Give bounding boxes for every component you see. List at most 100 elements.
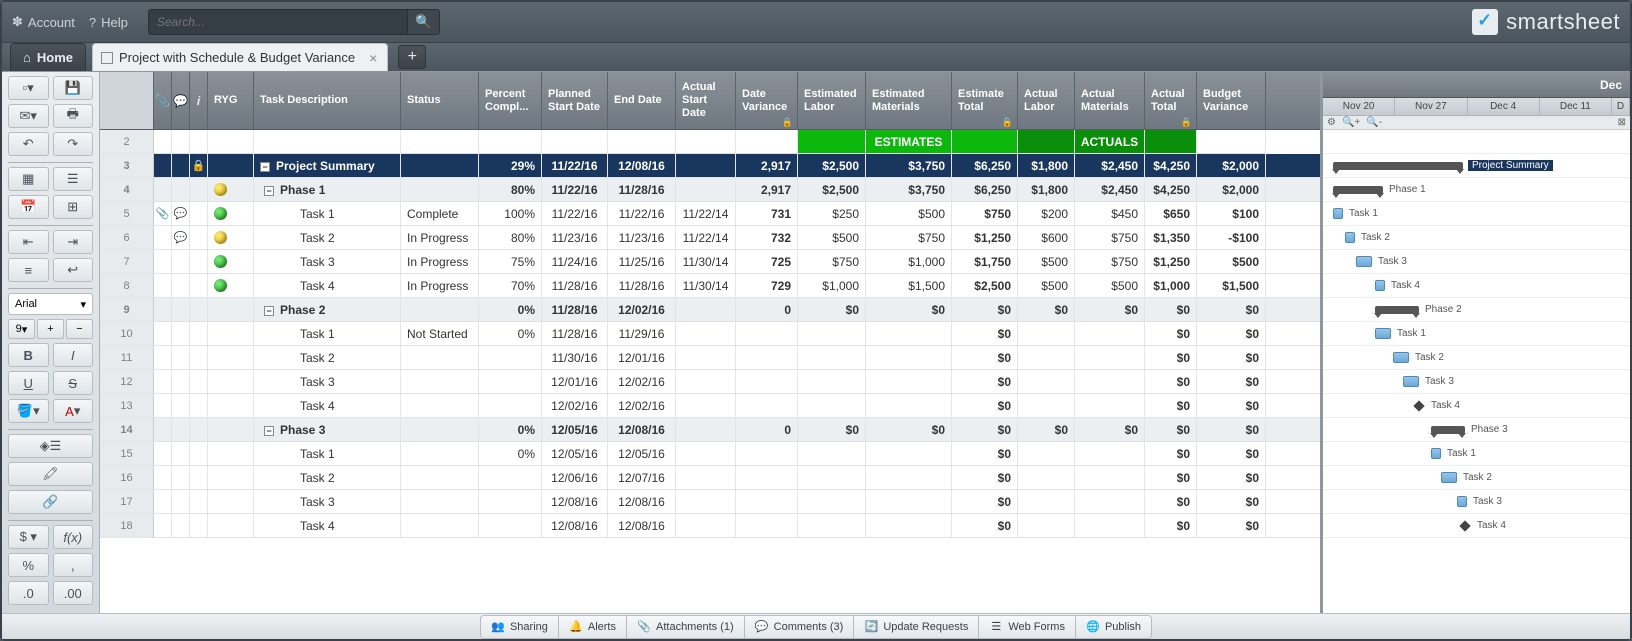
cell-ryg[interactable] xyxy=(208,490,254,513)
cell-bv[interactable]: $0 xyxy=(1197,514,1266,537)
calendar-view-button[interactable]: 📅 xyxy=(8,195,49,219)
row-number[interactable]: 11 xyxy=(100,346,154,369)
gantt-bar-summary[interactable] xyxy=(1333,162,1463,170)
search-button[interactable]: 🔍 xyxy=(408,9,440,35)
cell-bv[interactable]: $0 xyxy=(1197,298,1266,321)
cell-em[interactable]: $750 xyxy=(866,226,952,249)
info-header-icon[interactable]: i xyxy=(190,72,208,129)
cell-asd[interactable]: 11/22/14 xyxy=(676,226,736,249)
cell-ryg[interactable] xyxy=(208,514,254,537)
close-tab-icon[interactable]: × xyxy=(369,50,377,66)
cell-bv[interactable]: $100 xyxy=(1197,202,1266,225)
wrap-button[interactable]: ↩ xyxy=(53,258,94,282)
cell-at[interactable]: $4,250 xyxy=(1145,154,1197,177)
cell-el[interactable]: $0 xyxy=(798,298,866,321)
cell-al[interactable]: $200 xyxy=(1018,202,1075,225)
cell-psd[interactable]: 11/22/16 xyxy=(542,202,608,225)
cell-et[interactable]: $0 xyxy=(952,466,1018,489)
cell-dv[interactable]: 731 xyxy=(736,202,798,225)
grid-row[interactable]: 10Task 1Not Started0%11/28/1611/29/16$0$… xyxy=(100,322,1320,346)
cell-psd[interactable]: 11/28/16 xyxy=(542,322,608,345)
cell-et[interactable]: $0 xyxy=(952,514,1018,537)
cell-al[interactable]: $500 xyxy=(1018,274,1075,297)
attachment-cell[interactable] xyxy=(154,466,172,489)
cell-pct[interactable]: 0% xyxy=(479,442,542,465)
account-link[interactable]: ✽ Account xyxy=(12,14,75,30)
decimal-inc-button[interactable]: .00 xyxy=(53,581,94,605)
underline-button[interactable]: U xyxy=(8,371,49,395)
cell-dv[interactable] xyxy=(736,490,798,513)
cell-ed[interactable]: 12/02/16 xyxy=(608,370,676,393)
gantt-week[interactable]: Nov 27 xyxy=(1395,98,1467,115)
cell-em[interactable]: $0 xyxy=(866,418,952,441)
cell-al[interactable] xyxy=(1018,370,1075,393)
font-select[interactable]: Arial▾ xyxy=(8,293,93,315)
col-desc[interactable]: Task Description xyxy=(254,72,401,129)
comment-cell[interactable] xyxy=(172,490,190,513)
save-button[interactable]: 💾 xyxy=(53,76,94,100)
cell-dv[interactable]: 2,917 xyxy=(736,154,798,177)
gantt-week[interactable]: D xyxy=(1612,98,1630,115)
grid-body[interactable]: 2ESTIMATESACTUALS3🔒−Project Summary29%11… xyxy=(100,130,1320,613)
cell-el[interactable] xyxy=(798,514,866,537)
cell-asd[interactable] xyxy=(676,370,736,393)
cell-em[interactable] xyxy=(866,370,952,393)
cell-em[interactable] xyxy=(866,514,952,537)
cell-bv[interactable]: $0 xyxy=(1197,346,1266,369)
cell-al[interactable]: $1,800 xyxy=(1018,154,1075,177)
comment-cell[interactable] xyxy=(172,442,190,465)
cell-et[interactable]: $1,750 xyxy=(952,250,1018,273)
cell-am[interactable]: $0 xyxy=(1075,298,1145,321)
cell-status[interactable] xyxy=(401,418,479,441)
cell-am[interactable] xyxy=(1075,466,1145,489)
attachment-cell[interactable] xyxy=(154,346,172,369)
row-number[interactable]: 15 xyxy=(100,442,154,465)
cell-dv[interactable]: 2,917 xyxy=(736,178,798,201)
text-color-button[interactable]: A▾ xyxy=(53,399,94,423)
cell-dv[interactable] xyxy=(736,394,798,417)
comment-cell[interactable] xyxy=(172,418,190,441)
cell-pct[interactable]: 80% xyxy=(479,178,542,201)
cell-el[interactable] xyxy=(798,370,866,393)
decimal-dec-button[interactable]: .0 xyxy=(8,581,49,605)
cell-ryg[interactable] xyxy=(208,274,254,297)
print-button[interactable]: 🖶 xyxy=(53,104,94,128)
cell-status[interactable]: In Progress xyxy=(401,250,479,273)
alerts-tab[interactable]: 🔔Alerts xyxy=(558,615,627,639)
grid-row[interactable]: 13Task 412/02/1612/02/16$0$0$0 xyxy=(100,394,1320,418)
cell-at[interactable]: $0 xyxy=(1145,370,1197,393)
cell-asd[interactable] xyxy=(676,418,736,441)
italic-button[interactable]: I xyxy=(53,343,94,367)
cell-em[interactable]: $1,500 xyxy=(866,274,952,297)
cell-et[interactable]: $6,250 xyxy=(952,154,1018,177)
col-dv[interactable]: Date Variance🔒 xyxy=(736,72,798,129)
cell-al[interactable] xyxy=(1018,442,1075,465)
cell-at[interactable]: $0 xyxy=(1145,394,1197,417)
cell-desc[interactable]: Task 4 xyxy=(254,394,401,417)
cell-ed[interactable]: 12/08/16 xyxy=(608,418,676,441)
cell-em[interactable] xyxy=(866,394,952,417)
currency-button[interactable]: $ ▾ xyxy=(8,525,49,549)
cell-dv[interactable]: 729 xyxy=(736,274,798,297)
cell-et[interactable]: $0 xyxy=(952,442,1018,465)
cell-asd[interactable] xyxy=(676,514,736,537)
cell-em[interactable]: $0 xyxy=(866,298,952,321)
cell-al[interactable]: $1,800 xyxy=(1018,178,1075,201)
cell-al[interactable]: $500 xyxy=(1018,250,1075,273)
gantt-bar-phase2[interactable] xyxy=(1375,306,1419,314)
cell-asd[interactable] xyxy=(676,490,736,513)
cell-am[interactable] xyxy=(1075,514,1145,537)
cell-status[interactable] xyxy=(401,394,479,417)
comment-cell[interactable]: 💬 xyxy=(172,226,190,249)
grid-row[interactable]: 15Task 10%12/05/1612/05/16$0$0$0 xyxy=(100,442,1320,466)
row-number[interactable]: 13 xyxy=(100,394,154,417)
grid-row[interactable]: 16Task 212/06/1612/07/16$0$0$0 xyxy=(100,466,1320,490)
comment-cell[interactable] xyxy=(172,346,190,369)
row-number[interactable]: 6 xyxy=(100,226,154,249)
cell-am[interactable] xyxy=(1075,394,1145,417)
indent-button[interactable]: ⇤ xyxy=(8,230,49,254)
gantt-bar[interactable] xyxy=(1375,328,1391,339)
collapse-toggle[interactable]: − xyxy=(264,306,274,316)
cell-desc[interactable]: −Phase 1 xyxy=(254,178,401,201)
cell-status[interactable]: Not Started xyxy=(401,322,479,345)
